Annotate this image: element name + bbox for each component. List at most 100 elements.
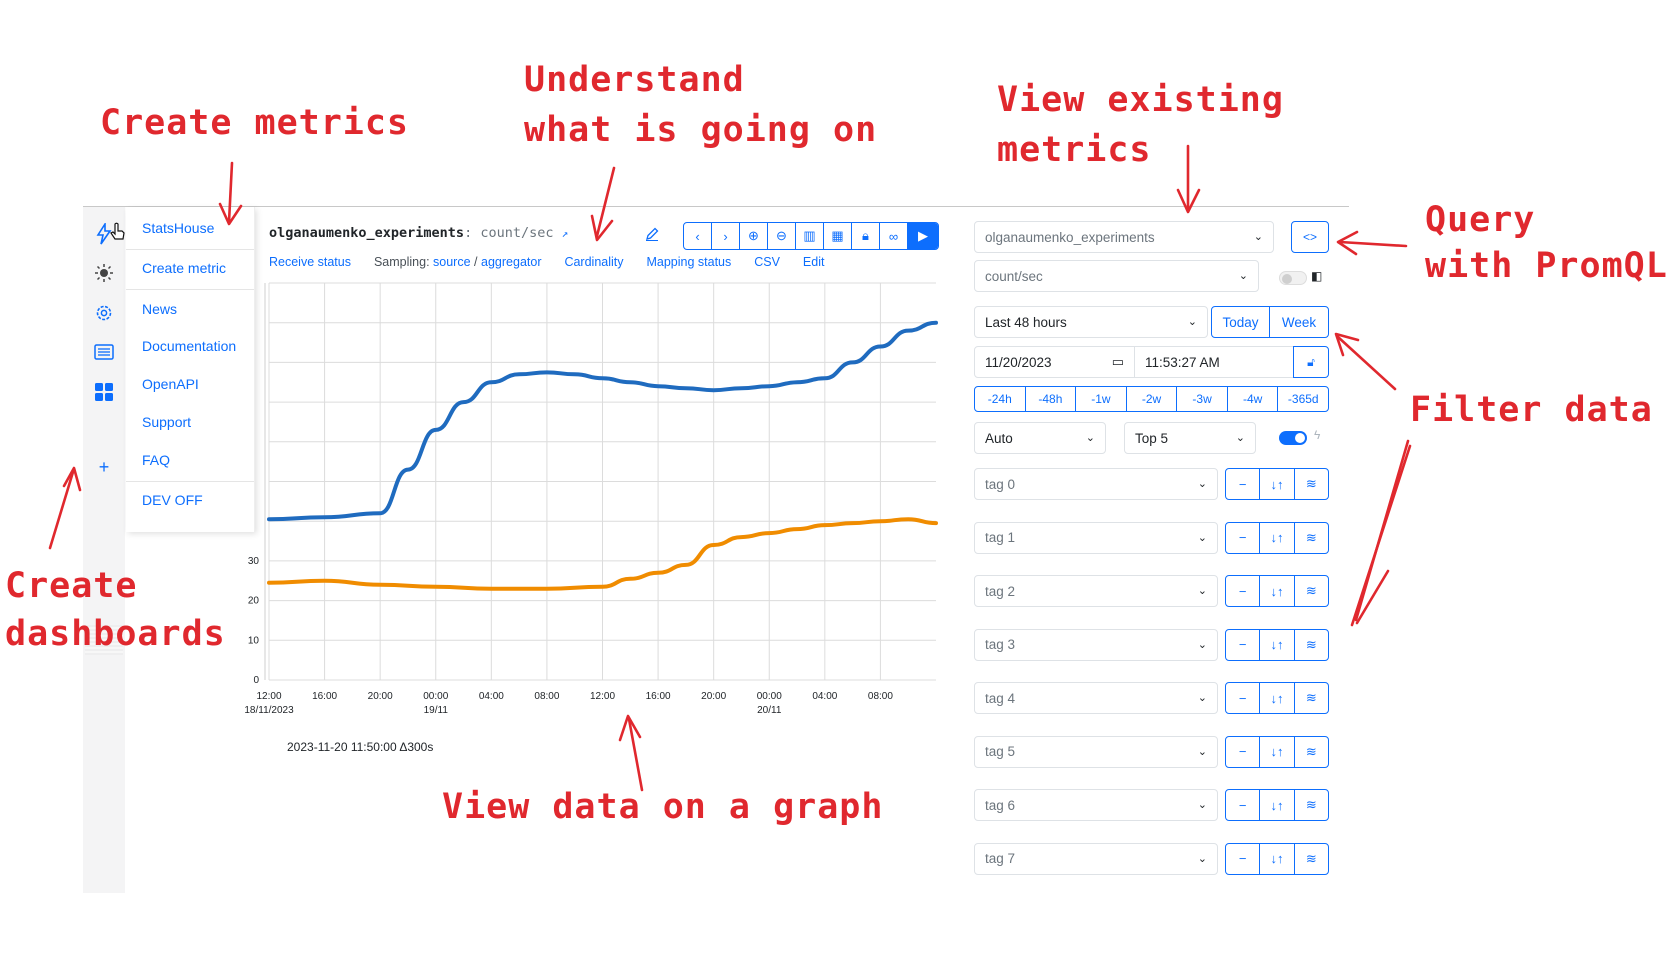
layers-icon[interactable]: ≋	[1295, 576, 1328, 606]
sort-icon[interactable]: ↓↑	[1260, 683, 1295, 713]
top-n-select[interactable]: Top 5 ⌄	[1124, 422, 1256, 454]
zoom-in-icon[interactable]: ⊕	[740, 223, 768, 249]
aggregation-select[interactable]: Auto ⌄	[974, 422, 1106, 454]
edit-link[interactable]: Edit	[803, 255, 825, 269]
menu-item-news[interactable]: News	[142, 301, 177, 317]
tag-select[interactable]: tag 3 ⌄	[974, 628, 1218, 661]
minus-icon[interactable]: −	[1226, 736, 1261, 767]
what-select[interactable]: count/sec ⌄	[974, 260, 1259, 292]
menu-item-statshouse[interactable]: StatsHouse	[142, 220, 214, 236]
minus-icon[interactable]: −	[1226, 790, 1261, 820]
period-select[interactable]: Last 48 hours ⌄	[974, 306, 1208, 338]
columns-icon[interactable]: ▥	[796, 223, 824, 249]
tag-select[interactable]: tag 7 ⌄	[974, 842, 1218, 875]
shift-24h-button[interactable]: -24h	[975, 387, 1026, 411]
menu-item-support[interactable]: Support	[142, 414, 191, 430]
what-select-value: count/sec	[985, 268, 1043, 284]
sort-icon[interactable]: ↓↑	[1260, 576, 1295, 606]
layers-icon[interactable]: ≋	[1295, 630, 1328, 660]
chevron-right-icon[interactable]: ›	[712, 223, 740, 249]
mapping-status-link[interactable]: Mapping status	[646, 255, 731, 269]
tag-select-label: tag 2	[985, 583, 1016, 599]
sort-icon[interactable]: ↓↑	[1260, 629, 1295, 660]
sun-icon[interactable]	[83, 258, 125, 288]
tag-select[interactable]: tag 1 ⌄	[974, 521, 1218, 554]
today-button[interactable]: Today	[1211, 306, 1270, 338]
pencil-icon[interactable]	[644, 226, 660, 242]
chevron-down-icon: ⌄	[1197, 638, 1207, 651]
layers-icon[interactable]: ≋	[1295, 683, 1328, 713]
y-tick-label: 0	[253, 675, 259, 686]
shift-48h-button[interactable]: -48h	[1026, 387, 1077, 411]
sort-icon[interactable]: ↓↑	[1260, 522, 1295, 553]
lock-time-button[interactable]: 🔓︎	[1293, 346, 1329, 378]
receive-status-link[interactable]: Receive status	[269, 255, 351, 269]
minus-icon[interactable]: −	[1226, 683, 1261, 713]
tag-select[interactable]: tag 5 ⌄	[974, 735, 1218, 768]
minus-icon[interactable]: −	[1226, 469, 1261, 499]
layers-icon[interactable]: ≋	[1295, 844, 1328, 874]
tag-select[interactable]: tag 4 ⌄	[974, 682, 1218, 714]
layers-icon[interactable]: ≋	[1295, 469, 1328, 499]
shift-365d-button[interactable]: -365d	[1278, 387, 1328, 411]
layers-icon[interactable]: ≋	[1295, 737, 1328, 767]
live-mode-toggle[interactable]	[1279, 431, 1307, 445]
cardinality-link[interactable]: Cardinality	[564, 255, 623, 269]
sampling-aggregator-link[interactable]: aggregator	[481, 255, 541, 269]
play-icon[interactable]: ▶	[908, 223, 938, 249]
x-tick-label: 12:00	[590, 691, 615, 702]
shift-3w-button[interactable]: -3w	[1177, 387, 1228, 411]
list-icon[interactable]	[83, 337, 125, 367]
minus-icon[interactable]: −	[1226, 522, 1261, 553]
tag-actions: − ↓↑ ≋	[1225, 682, 1329, 714]
week-button[interactable]: Week	[1269, 306, 1329, 338]
tag-select[interactable]: tag 2 ⌄	[974, 575, 1218, 607]
menu-item-dev-off[interactable]: DEV OFF	[142, 492, 203, 508]
minus-icon[interactable]: −	[1226, 576, 1261, 606]
x-tick-label: 16:00	[312, 691, 337, 702]
lightning-icon: ϟ	[1314, 428, 1321, 442]
layers-icon[interactable]: ≋	[1295, 790, 1328, 820]
link-icon[interactable]: ∞	[880, 223, 908, 249]
minus-icon[interactable]: −	[1226, 629, 1261, 660]
date-input[interactable]: 11/20/2023 ▭	[974, 346, 1135, 378]
sort-icon[interactable]: ↓↑	[1260, 736, 1295, 767]
time-input[interactable]: 11:53:27 AM	[1134, 346, 1294, 378]
shift-2w-button[interactable]: -2w	[1127, 387, 1178, 411]
promql-toggle-button[interactable]: <>	[1291, 221, 1329, 253]
dashboard-grid-icon[interactable]	[83, 377, 125, 407]
chevron-down-icon: ⌄	[1197, 692, 1207, 704]
calendar-icon[interactable]: ▭	[1112, 354, 1124, 370]
layers-icon[interactable]: ≋	[1295, 523, 1328, 553]
menu-item-openapi[interactable]: OpenAPI	[142, 376, 199, 392]
metric-chart[interactable]: 0 10 20 30 12:00 18/11/2023 16:00 20:00 00:00 19/…	[240, 270, 940, 730]
external-link-icon[interactable]: ↗	[562, 227, 569, 240]
metric-select[interactable]: olganaumenko_experiments ⌄	[974, 221, 1274, 253]
sort-icon[interactable]: ↓↑	[1260, 843, 1295, 874]
annotation-understand-line1: Understand	[524, 60, 745, 100]
minus-icon[interactable]: −	[1226, 843, 1261, 874]
menu-item-documentation[interactable]: Documentation	[142, 338, 236, 354]
add-dashboard-button[interactable]: +	[83, 452, 125, 482]
x-tick-label: 04:00	[479, 691, 504, 702]
table-icon[interactable]: ▦	[824, 223, 852, 249]
zoom-out-icon[interactable]: ⊖	[768, 223, 796, 249]
menu-item-create-metric[interactable]: Create metric	[142, 260, 226, 276]
lock-icon[interactable]: 🔒︎	[852, 223, 880, 249]
max-host-toggle[interactable]	[1279, 271, 1307, 285]
x-tick-sublabel: 20/11	[757, 705, 782, 716]
sort-icon[interactable]: ↓↑	[1260, 790, 1295, 820]
tag-select[interactable]: tag 0 ⌄	[974, 468, 1218, 500]
menu-item-faq[interactable]: FAQ	[142, 452, 170, 468]
chevron-down-icon: ⌄	[1253, 231, 1263, 243]
chevron-left-icon[interactable]: ‹	[684, 223, 712, 249]
sampling-source-link[interactable]: source	[433, 255, 471, 269]
gear-icon[interactable]	[83, 298, 125, 328]
sort-icon[interactable]: ↓↑	[1260, 469, 1295, 499]
chevron-down-icon: ⌄	[1197, 852, 1207, 865]
shift-4w-button[interactable]: -4w	[1228, 387, 1279, 411]
csv-link[interactable]: CSV	[754, 255, 780, 269]
shift-1w-button[interactable]: -1w	[1076, 387, 1127, 411]
tag-select[interactable]: tag 6 ⌄	[974, 789, 1218, 821]
tag-actions: − ↓↑ ≋	[1225, 735, 1329, 768]
